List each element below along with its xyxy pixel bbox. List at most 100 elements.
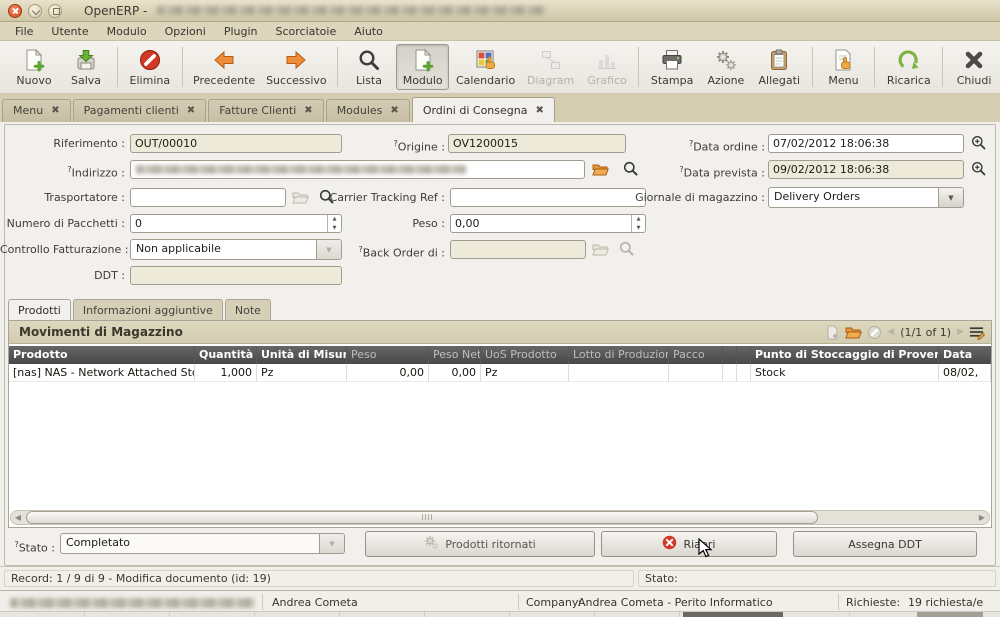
toolbar-button-precedente[interactable]: Precedente xyxy=(189,45,260,89)
toolbar-label: Calendario xyxy=(456,74,515,87)
trasportatore-field[interactable] xyxy=(130,188,286,207)
column-header[interactable]: Data xyxy=(939,346,991,364)
riferimento-field[interactable] xyxy=(130,134,342,153)
pager-next-icon: ▶ xyxy=(957,327,964,337)
window-maximize-button[interactable] xyxy=(48,4,62,18)
tab-close-icon[interactable]: ✖ xyxy=(535,106,543,116)
scroll-left-icon[interactable]: ◀ xyxy=(11,513,25,522)
scroll-right-icon[interactable]: ▶ xyxy=(975,513,989,522)
toolbar-button-nuovo[interactable]: Nuovo xyxy=(9,45,59,89)
ddt-field[interactable] xyxy=(130,266,342,285)
mouse-cursor xyxy=(698,538,713,562)
menu-plugin[interactable]: Plugin xyxy=(215,24,267,39)
separator xyxy=(518,594,519,610)
menu-utente[interactable]: Utente xyxy=(42,24,97,39)
column-header[interactable]: UoS Prodotto xyxy=(481,346,569,364)
giornale-magazzino-combo[interactable]: Delivery Orders ▼ xyxy=(768,187,964,208)
tab-close-icon[interactable]: ✖ xyxy=(187,106,195,116)
column-header[interactable]: Punto di Stoccaggio di Provenienza xyxy=(751,346,939,364)
window-close-button[interactable] xyxy=(8,4,22,18)
tab-pagamenti-clienti[interactable]: Pagamenti clienti ✖ xyxy=(73,99,207,122)
toolbar-button-menu[interactable]: Menu xyxy=(818,45,868,89)
cell-punto-stoccaggio: Stock xyxy=(751,364,939,382)
toolbar-button-ricarica[interactable]: Ricarica xyxy=(881,45,936,89)
cell-empty xyxy=(737,364,751,382)
view-tabstrip: Menu ✖ Pagamenti clienti ✖ Fatture Clien… xyxy=(0,94,1000,122)
data-prevista-label: ?Data prevista : xyxy=(640,160,765,183)
column-header[interactable]: Unità di Misura xyxy=(257,346,347,364)
toolbar-button-modulo[interactable]: Modulo xyxy=(396,44,449,90)
search-record-icon[interactable] xyxy=(622,161,639,177)
peso-spinner[interactable]: ▲▼ xyxy=(450,214,646,233)
scrollbar-thumb[interactable] xyxy=(26,511,818,524)
column-header[interactable]: Pacco xyxy=(669,346,723,364)
tab-label: Fatture Clienti xyxy=(219,104,296,117)
dropdown-arrow-icon[interactable]: ▼ xyxy=(938,188,963,207)
data-ordine-field[interactable] xyxy=(768,134,964,153)
toolbar-button-azione[interactable]: Azione xyxy=(701,45,751,89)
table-row[interactable]: [nas] NAS - Network Attached Storage 1,0… xyxy=(9,364,991,382)
origine-label: ?Origine : xyxy=(345,134,445,157)
numero-pacchetti-field[interactable] xyxy=(131,215,327,232)
toolbar-button-allegati[interactable]: Allegati xyxy=(753,45,806,89)
requests-value[interactable]: 19 richiesta/e xyxy=(908,596,983,609)
tab-ordini-di-consegna[interactable]: Ordini di Consegna ✖ xyxy=(412,97,555,122)
spinner-arrows[interactable]: ▲▼ xyxy=(631,215,645,232)
date-picker-zoom-icon[interactable] xyxy=(970,161,987,177)
window-minimize-button[interactable] xyxy=(28,4,42,18)
toolbar-button-successivo[interactable]: Successivo xyxy=(262,45,332,89)
date-picker-zoom-icon[interactable] xyxy=(970,135,987,151)
riferimento-label: Riferimento : xyxy=(0,134,125,153)
menu-aiuto[interactable]: Aiuto xyxy=(345,24,392,39)
origine-field[interactable] xyxy=(448,134,626,153)
switch-view-icon[interactable] xyxy=(968,324,985,340)
menu-opzioni[interactable]: Opzioni xyxy=(156,24,215,39)
stato-combo[interactable]: Completato ▼ xyxy=(60,533,345,554)
tab-prodotti[interactable]: Prodotti xyxy=(8,299,71,321)
tab-note[interactable]: Note xyxy=(225,299,271,321)
open-resource-folder-icon[interactable] xyxy=(592,161,609,177)
toolbar-separator xyxy=(942,47,943,87)
tab-informazioni-aggiuntive[interactable]: Informazioni aggiuntive xyxy=(73,299,223,321)
controllo-fatturazione-combo[interactable]: Non applicabile ▼ xyxy=(130,239,342,260)
column-header[interactable]: Peso xyxy=(347,346,429,364)
toolbar-button-elimina[interactable]: Elimina xyxy=(124,45,176,89)
column-header[interactable] xyxy=(723,346,737,364)
menu-modulo[interactable]: Modulo xyxy=(98,24,156,39)
open-line-folder-icon[interactable] xyxy=(845,324,862,340)
toolbar-button-salva[interactable]: Salva xyxy=(61,45,111,89)
cell-lotto xyxy=(569,364,669,382)
tab-fatture-clienti[interactable]: Fatture Clienti ✖ xyxy=(208,99,324,122)
peso-field[interactable] xyxy=(451,215,631,232)
toolbar-button-calendario[interactable]: Calendario xyxy=(451,45,519,89)
horizontal-scrollbar[interactable]: ◀ ▶ xyxy=(10,510,990,525)
toolbar-label: Ricarica xyxy=(887,74,931,87)
tab-menu[interactable]: Menu ✖ xyxy=(2,99,71,122)
numero-pacchetti-spinner[interactable]: ▲▼ xyxy=(130,214,342,233)
riapri-button[interactable]: Riapri xyxy=(601,531,777,557)
menu-document-icon xyxy=(831,47,855,73)
stato-label: ?Stato : xyxy=(0,535,55,558)
assegna-ddt-button[interactable]: Assegna DDT xyxy=(793,531,977,557)
prodotti-ritornati-button[interactable]: Prodotti ritornati xyxy=(365,531,595,557)
menu-scorciatoie[interactable]: Scorciatoie xyxy=(266,24,345,39)
column-header[interactable] xyxy=(737,346,751,364)
column-header[interactable]: Quantità xyxy=(195,346,257,364)
tab-close-icon[interactable]: ✖ xyxy=(304,106,312,116)
toolbar-button-chiudi[interactable]: Chiudi xyxy=(949,45,999,89)
save-icon xyxy=(74,47,98,73)
toolbar-button-stampa[interactable]: Stampa xyxy=(645,45,699,89)
previous-arrow-icon xyxy=(212,47,236,73)
tab-close-icon[interactable]: ✖ xyxy=(51,106,59,116)
menu-file[interactable]: File xyxy=(6,24,42,39)
toolbar-button-diagram: Diagram xyxy=(522,45,580,89)
column-header[interactable]: Lotto di Produzione xyxy=(569,346,669,364)
tab-modules[interactable]: Modules ✖ xyxy=(326,99,410,122)
stato-status: Stato: xyxy=(638,570,996,587)
back-order-field[interactable] xyxy=(450,240,586,259)
data-prevista-field[interactable] xyxy=(768,160,964,179)
column-header[interactable]: Peso Netto xyxy=(429,346,481,364)
column-header[interactable]: Prodotto xyxy=(9,346,195,364)
tab-close-icon[interactable]: ✖ xyxy=(390,106,398,116)
toolbar-button-lista[interactable]: Lista xyxy=(344,45,394,89)
